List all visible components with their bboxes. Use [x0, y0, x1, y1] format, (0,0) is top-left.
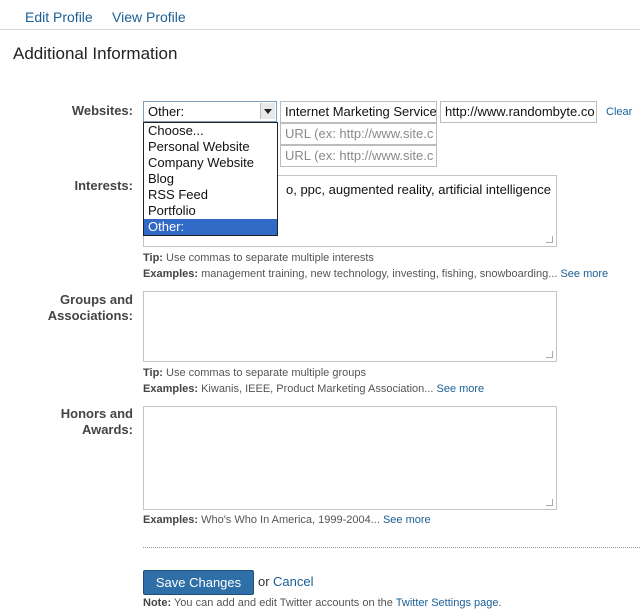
groups-textarea[interactable]	[143, 291, 557, 362]
website-url-input-3[interactable]: URL (ex: http://www.site.c	[280, 145, 437, 167]
chevron-down-icon[interactable]	[260, 103, 275, 119]
honors-label: Honors and Awards:	[60, 406, 133, 437]
or-text: or	[258, 574, 270, 589]
dropdown-option-blog[interactable]: Blog	[144, 171, 277, 187]
websites-label: Websites:	[71, 103, 133, 118]
website-url-input-1[interactable]: http://www.randombyte.co	[440, 101, 597, 123]
groups-examples: Examples: Kiwanis, IEEE, Product Marketi…	[143, 383, 485, 395]
tab-edit-profile[interactable]: Edit Profile	[25, 9, 93, 25]
save-changes-button[interactable]: Save Changes	[143, 570, 254, 595]
groups-see-more-link[interactable]: See more	[436, 383, 484, 395]
section-divider	[143, 547, 640, 548]
honors-examples: Examples: Who's Who In America, 1999-200…	[143, 514, 431, 526]
twitter-note: Note: You can add and edit Twitter accou…	[143, 597, 502, 609]
tab-view-profile[interactable]: View Profile	[112, 9, 186, 25]
dropdown-option-portfolio[interactable]: Portfolio	[144, 203, 277, 219]
resize-grip-icon[interactable]	[546, 351, 553, 358]
interests-examples: Examples: management training, new techn…	[143, 268, 609, 280]
interests-tip: Tip: Use commas to separate multiple int…	[143, 252, 374, 264]
dropdown-option-company-website[interactable]: Company Website	[144, 155, 277, 171]
groups-label: Groups and Associations:	[47, 292, 133, 323]
interests-label: Interests:	[74, 178, 133, 193]
website-type-select[interactable]: Other:	[143, 101, 277, 122]
dropdown-option-personal-website[interactable]: Personal Website	[144, 139, 277, 155]
interests-text: o, ppc, augmented reality, artificial in…	[286, 182, 551, 197]
honors-see-more-link[interactable]: See more	[383, 514, 431, 526]
tab-divider	[0, 29, 640, 30]
website-url-input-2[interactable]: URL (ex: http://www.site.c	[280, 123, 437, 145]
website-type-dropdown: Choose... Personal Website Company Websi…	[143, 122, 278, 236]
section-title: Additional Information	[13, 44, 178, 63]
dropdown-option-other[interactable]: Other:	[144, 219, 277, 235]
interests-see-more-link[interactable]: See more	[560, 268, 608, 280]
website-type-selected: Other:	[148, 104, 185, 119]
website-name-input-1[interactable]: Internet Marketing Service	[280, 101, 437, 123]
cancel-link[interactable]: Cancel	[273, 574, 313, 589]
dropdown-option-choose[interactable]: Choose...	[144, 123, 277, 139]
twitter-settings-link[interactable]: Twitter Settings page	[396, 597, 499, 609]
resize-grip-icon[interactable]	[546, 499, 553, 506]
dropdown-option-rss-feed[interactable]: RSS Feed	[144, 187, 277, 203]
clear-link[interactable]: Clear	[606, 106, 632, 118]
honors-textarea[interactable]	[143, 406, 557, 510]
resize-grip-icon[interactable]	[546, 236, 553, 243]
groups-tip: Tip: Use commas to separate multiple gro…	[143, 367, 366, 379]
